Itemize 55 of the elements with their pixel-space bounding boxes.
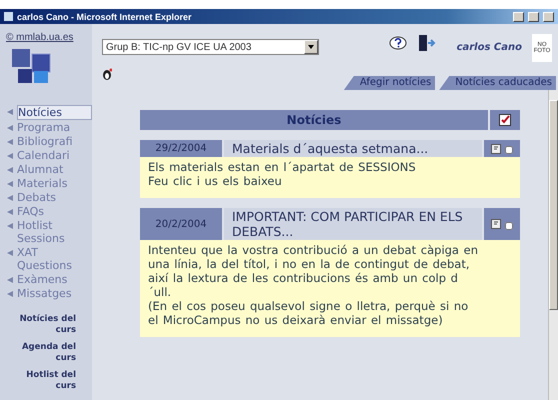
exit-door-icon[interactable]: [417, 34, 437, 52]
caret-icon: [308, 45, 314, 49]
sidebar-link[interactable]: Hotlist del curs: [6, 370, 76, 392]
news-title[interactable]: Materials d´aquesta setmana...: [224, 140, 482, 157]
maximize-button[interactable]: [528, 12, 539, 22]
news-title[interactable]: IMPORTANT: COM PARTICIPAR EN ELS DEBATS...: [224, 208, 482, 240]
browser-icon: [4, 12, 13, 21]
minimize-button[interactable]: [513, 12, 524, 22]
news-date: 20/2/2004: [140, 208, 222, 240]
help-icon[interactable]: [389, 36, 407, 52]
sidebar-link[interactable]: Notícies del curs: [6, 314, 76, 336]
bullet-icon: [6, 194, 14, 202]
group-select[interactable]: Grup B: TIC-np GV ICE UA 2003: [102, 39, 319, 55]
select-checkbox[interactable]: [505, 146, 513, 154]
sidebar-item[interactable]: FAQs: [6, 205, 92, 218]
news-date: 29/2/2004: [140, 140, 222, 157]
bullet-icon: [6, 152, 14, 160]
checklist-icon[interactable]: [499, 114, 511, 126]
tab[interactable]: Notícies caducades: [439, 76, 556, 90]
scrollbar[interactable]: [548, 90, 558, 400]
panel-title: Notícies: [140, 110, 488, 130]
news-body: Els materials estan en l´apartat de SESSIONS Feu clic i us els baixeu: [140, 157, 520, 198]
bullet-icon: [6, 124, 14, 132]
edit-icon[interactable]: [491, 144, 501, 154]
sidebar-item[interactable]: Programa: [6, 121, 92, 134]
window-title: carlos Cano - Microsoft Internet Explorer: [17, 12, 192, 22]
bullet-icon: [6, 222, 14, 230]
copyright-link[interactable]: © mmlab.ua.es: [6, 32, 74, 43]
bullet-icon: [6, 180, 14, 188]
sidebar-item[interactable]: Calendari: [6, 149, 92, 162]
bullet-icon: [6, 290, 14, 298]
select-checkbox[interactable]: [505, 222, 513, 230]
tab[interactable]: Afegir notícies: [344, 76, 436, 90]
sidebar-item[interactable]: Alumnat: [6, 163, 92, 176]
sidebar-item[interactable]: Hotlist Sessions: [6, 219, 92, 245]
bullet-icon: [6, 276, 14, 284]
sidebar-item[interactable]: Missatges: [6, 287, 92, 300]
bullet-icon: [6, 138, 14, 146]
sidebar-item[interactable]: Debats: [6, 191, 92, 204]
bullet-icon: [6, 166, 14, 174]
sidebar-item[interactable]: XAT Questions: [6, 246, 92, 272]
logo-icon: [12, 49, 52, 83]
sidebar-item[interactable]: Exàmens: [6, 273, 92, 286]
close-button[interactable]: [543, 12, 554, 22]
scrollbar-thumb[interactable]: [549, 100, 558, 310]
edit-icon[interactable]: [491, 219, 501, 229]
sidebar-link[interactable]: Agenda del curs: [6, 342, 76, 364]
bullet-icon: [6, 249, 14, 257]
sidebar-item[interactable]: Materials: [6, 177, 92, 190]
dropdown-button[interactable]: [304, 40, 318, 54]
bullet-icon: [6, 108, 14, 116]
user-name: carlos Cano: [456, 42, 522, 53]
news-body: Intenteu que la vostra contribució a un debat càpiga en una línia, la del títol, i no en la de contingut de debat, així la lextura de les contribucions és amb un colp d´ull. (En el cos poseu qualsevol signe o lletra, perquè si no el MicroCampus no us deixarà enviar el missatge): [140, 240, 520, 337]
bullet-icon: [6, 208, 14, 216]
sidebar-item[interactable]: Bibliografi: [6, 135, 92, 148]
